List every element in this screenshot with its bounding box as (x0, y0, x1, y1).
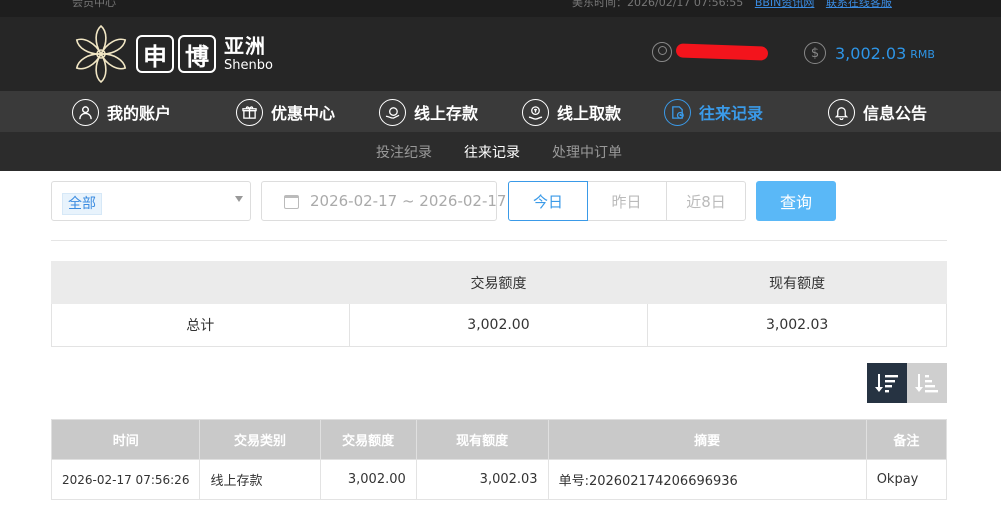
col-type: 交易类别 (199, 419, 321, 460)
subnav-pending-orders[interactable]: 处理中订单 (552, 142, 622, 162)
summary-total-balance: 3,002.03 (647, 303, 947, 347)
category-select[interactable]: 全部 (51, 181, 251, 221)
nav-label: 往来记录 (699, 104, 764, 123)
divider (51, 240, 947, 241)
logo-text: 亚洲 Shenbo (224, 36, 273, 72)
records-table: 时间 交易类别 交易额度 现有额度 摘要 备注 2026-02-17 07:56… (50, 419, 948, 500)
top-bar: 会员中心 美东时间：2026/02/17 07:56:55 BBIN资讯网 联系… (0, 0, 1001, 17)
col-summary: 摘要 (547, 419, 867, 460)
bbin-news-link[interactable]: BBIN资讯网 (755, 0, 815, 9)
subnav-transaction-records[interactable]: 往来记录 (464, 142, 520, 174)
nav-online-deposit[interactable]: 线上存款 (379, 97, 478, 127)
logo-en: Shenbo (224, 58, 273, 73)
cell-type: 线上存款 (199, 459, 321, 500)
summary-total-label: 总计 (51, 303, 350, 347)
summary-header-amount: 交易额度 (348, 261, 649, 304)
calendar-icon (284, 195, 299, 209)
table-row: 2026-02-17 07:56:26 线上存款 3,002.00 3,002.… (50, 459, 948, 500)
nav-online-withdraw[interactable]: 线上取款 (522, 97, 621, 127)
user-info[interactable] (652, 42, 769, 62)
records-header-row: 时间 交易类别 交易额度 现有额度 摘要 备注 (50, 419, 948, 460)
date-range-value: 2026-02-17 ~ 2026-02-17 (310, 192, 507, 210)
sort-controls (867, 363, 947, 403)
deposit-icon (379, 98, 406, 126)
sort-desc-button[interactable] (867, 363, 907, 403)
gift-icon (236, 98, 263, 126)
summary-table: 交易额度 现有额度 总计 3,002.00 3,002.03 (51, 261, 947, 347)
balance-currency: RMB (910, 48, 935, 61)
dollar-icon: $ (804, 42, 826, 64)
logo-cn: 亚洲 (224, 34, 266, 58)
logo[interactable]: 申 博 亚洲 Shenbo (70, 23, 273, 85)
sub-nav: 投注纪录 往来记录 处理中订单 (0, 132, 1001, 174)
sort-asc-button[interactable] (907, 363, 947, 403)
yesterday-button[interactable]: 昨日 (587, 181, 667, 221)
cell-summary: 单号:202602174206696936 (547, 459, 867, 500)
col-remark: 备注 (865, 419, 948, 460)
balance-amount: 3,002.03 (835, 43, 907, 63)
user-icon (72, 98, 99, 126)
nav-label: 优惠中心 (271, 104, 336, 123)
col-balance: 现有额度 (415, 419, 549, 460)
filter-bar: 全部 2026-02-17 ~ 2026-02-17 今日 昨日 近8日 查询 (51, 181, 947, 221)
nav-promotions[interactable]: 优惠中心 (236, 97, 335, 127)
summary-header-balance: 现有额度 (647, 261, 947, 304)
withdraw-icon (522, 98, 549, 126)
cell-time: 2026-02-17 07:56:26 (50, 459, 201, 500)
date-range-input[interactable]: 2026-02-17 ~ 2026-02-17 (261, 181, 506, 221)
sort-desc-icon (875, 374, 898, 393)
summary-header-row: 交易额度 现有额度 (51, 261, 947, 304)
nav-label: 信息公告 (863, 104, 928, 123)
sort-asc-icon (915, 374, 938, 393)
cell-remark: Okpay (865, 459, 948, 500)
nav-records[interactable]: 往来记录 (664, 97, 763, 127)
nav-label: 我的账户 (107, 104, 172, 123)
header: 申 博 亚洲 Shenbo $ 3,002.03 RMB (0, 17, 1001, 91)
balance-display: $ 3,002.03 RMB (804, 42, 935, 64)
bell-icon (828, 98, 855, 126)
col-time: 时间 (50, 419, 201, 460)
summary-row: 总计 3,002.00 3,002.03 (51, 303, 947, 347)
logo-box-1: 申 (136, 35, 174, 73)
redacted-username (675, 43, 769, 61)
col-amount: 交易额度 (319, 419, 417, 460)
nav-label: 线上存款 (414, 104, 479, 123)
nav-my-account[interactable]: 我的账户 (72, 97, 171, 127)
est-time-label: 美东时间：2026/02/17 07:56:55 (572, 0, 744, 9)
member-center-label: 会员中心 (72, 0, 116, 9)
cell-balance: 3,002.03 (415, 459, 549, 500)
user-avatar-icon (652, 42, 672, 62)
cell-amount: 3,002.00 (319, 459, 417, 500)
nav-label: 线上取款 (557, 104, 622, 123)
selected-tag: 全部 (62, 193, 102, 215)
query-button[interactable]: 查询 (756, 181, 836, 221)
main-nav: 我的账户 优惠中心 线上存款 线上取款 往来记录 信息公告 (0, 91, 1001, 132)
records-icon (664, 98, 691, 126)
logo-box-2: 博 (178, 35, 216, 73)
top-bar-right: 美东时间：2026/02/17 07:56:55 BBIN资讯网 联系在线客服 (572, 0, 892, 10)
subnav-bet-records[interactable]: 投注纪录 (376, 142, 432, 162)
summary-header-blank (51, 261, 350, 304)
today-button[interactable]: 今日 (508, 181, 588, 221)
last-8-days-button[interactable]: 近8日 (666, 181, 746, 221)
dropdown-arrow-icon (235, 196, 243, 202)
nav-announcements[interactable]: 信息公告 (828, 97, 927, 127)
summary-total-amount: 3,002.00 (348, 303, 649, 347)
online-service-link[interactable]: 联系在线客服 (826, 0, 892, 9)
flower-logo-icon (75, 24, 127, 84)
